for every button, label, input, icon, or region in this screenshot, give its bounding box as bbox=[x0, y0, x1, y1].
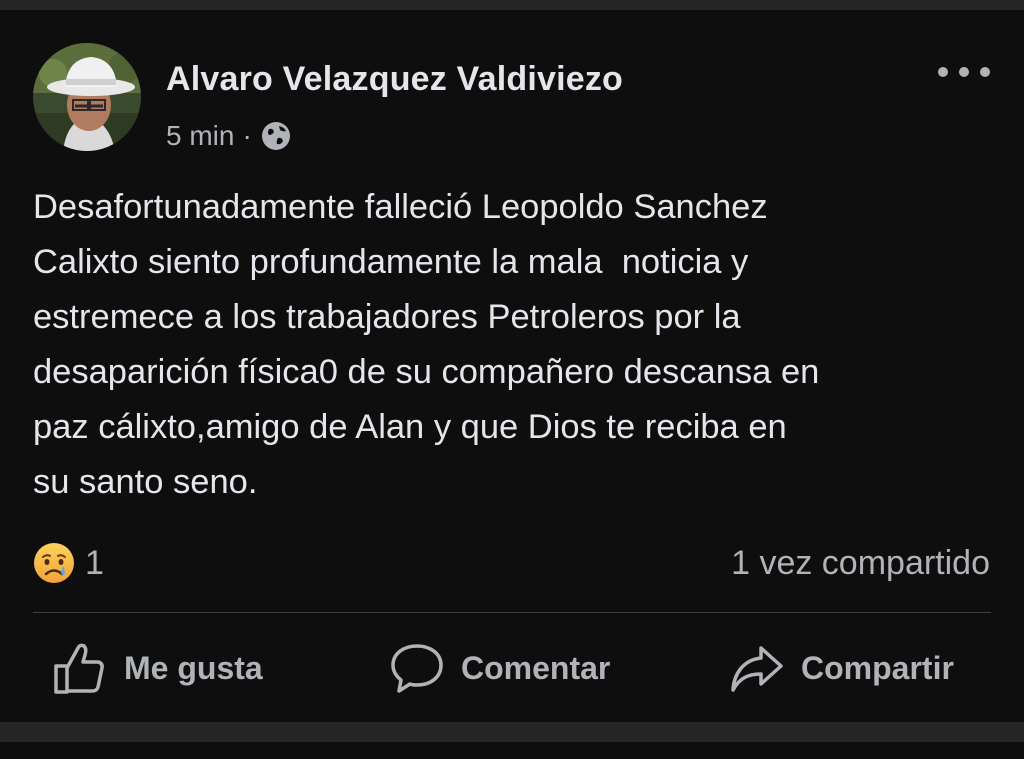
thumbs-up-icon bbox=[54, 643, 104, 694]
like-button[interactable]: Me gusta bbox=[52, 638, 263, 698]
comment-label: Comentar bbox=[461, 649, 611, 686]
more-dot bbox=[980, 67, 990, 77]
globe-icon bbox=[260, 120, 292, 152]
bottom-separator-band bbox=[0, 722, 1024, 742]
post-time[interactable]: 5 min bbox=[166, 120, 234, 152]
sad-face-reaction-icon bbox=[34, 543, 74, 583]
more-dot bbox=[938, 67, 948, 77]
reaction-summary[interactable]: 1 bbox=[33, 540, 104, 586]
like-label: Me gusta bbox=[124, 649, 263, 686]
share-label: Compartir bbox=[801, 649, 954, 686]
comment-bubble-icon bbox=[391, 644, 443, 693]
share-arrow-icon bbox=[731, 646, 783, 692]
reaction-count: 1 bbox=[85, 543, 104, 582]
top-separator-band bbox=[0, 0, 1024, 10]
more-dot bbox=[959, 67, 969, 77]
comment-button[interactable]: Comentar bbox=[389, 638, 610, 698]
post-meta: 5 min · bbox=[166, 116, 292, 156]
share-count[interactable]: 1 vez compartido bbox=[731, 540, 990, 586]
author-avatar[interactable] bbox=[33, 43, 141, 151]
more-options-icon[interactable] bbox=[938, 60, 990, 84]
next-post-edge bbox=[0, 742, 1024, 759]
share-button[interactable]: Compartir bbox=[729, 638, 954, 698]
post-text: Desafortunadamente falleció Leopoldo San… bbox=[33, 188, 820, 501]
author-name[interactable]: Alvaro Velazquez Valdiviezo bbox=[166, 60, 623, 99]
meta-separator: · bbox=[242, 120, 252, 151]
actions-divider bbox=[33, 612, 991, 613]
